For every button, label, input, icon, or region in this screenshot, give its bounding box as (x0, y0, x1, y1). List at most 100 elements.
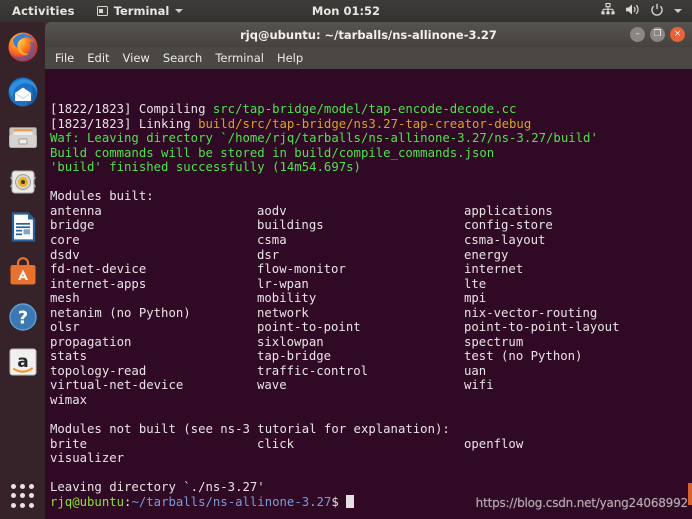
dock-item-rhythmbox[interactable] (6, 165, 40, 199)
module-row: internet-apps lr-wpan lte (50, 277, 692, 292)
leaving-directory-text: Leaving directory `./ns-3.27' (50, 480, 265, 495)
module-name: olsr (50, 320, 80, 335)
dock-item-files[interactable] (6, 120, 40, 154)
clock-label[interactable]: Mon 01:52 (312, 4, 380, 18)
waf-line-text: Waf: Leaving directory `/home/rjq/tarbal… (50, 131, 598, 146)
power-icon[interactable] (650, 3, 664, 20)
module-name: lr-wpan (257, 276, 309, 291)
build-line-prefix: [1822/1823] Compiling (50, 102, 213, 117)
window-title: rjq@ubuntu: ~/tarballs/ns-allinone-3.27 (240, 27, 497, 42)
svg-text:?: ? (17, 308, 27, 329)
window-controls: – ❐ × (630, 27, 685, 42)
terminal-waf-line: Waf: Leaving directory `/home/rjq/tarbal… (50, 131, 692, 146)
watermark-text: https://blog.csdn.net/yang24068992 (475, 496, 689, 511)
grid-dot (10, 493, 16, 499)
menu-bar: File Edit View Search Terminal Help (45, 47, 692, 69)
menu-item-terminal[interactable]: Terminal (215, 51, 264, 65)
dock-item-firefox[interactable] (6, 30, 40, 64)
dock-item-ubuntu-software[interactable] (6, 255, 40, 289)
module-name: mpi (464, 291, 487, 306)
menu-item-view[interactable]: View (123, 51, 150, 65)
modules-built-header-text: Modules built: (50, 189, 154, 204)
module-name: lte (464, 276, 487, 291)
terminal-waf-line: Build commands will be stored in build/c… (50, 146, 692, 161)
module-name: wave (257, 378, 287, 393)
minimize-icon: – (635, 29, 640, 39)
module-name: tap-bridge (257, 349, 332, 364)
desktop-screen: Activities Terminal Mon 01:52 ? a rjq@ub… (0, 0, 692, 519)
module-name: propagation (50, 334, 132, 349)
modules-not-built-header-text: Modules not built (see ns-3 tutorial for… (50, 422, 450, 437)
module-row: virtual-net-device wave wifi (50, 378, 692, 393)
module-name: internet-apps (50, 276, 147, 291)
module-name: point-to-point-layout (464, 320, 620, 335)
module-name: wimax (50, 393, 88, 408)
module-name: dsdv (50, 247, 80, 262)
module-name: csma (257, 233, 287, 248)
close-icon: × (673, 29, 682, 39)
build-line-prefix: [1823/1823] Linking (50, 116, 199, 131)
dock-item-thunderbird[interactable] (6, 75, 40, 109)
maximize-button[interactable]: ❐ (650, 27, 665, 42)
module-row: propagation sixlowpan spectrum (50, 335, 692, 350)
close-button[interactable]: × (670, 27, 685, 42)
module-row: netanim (no Python) network nix-vector-rou… (50, 306, 692, 321)
waf-line-text: Build commands will be stored in build/c… (50, 145, 495, 160)
module-name: applications (464, 203, 553, 218)
grid-dot (29, 502, 35, 508)
grid-dot (19, 493, 25, 499)
module-name: mobility (257, 291, 317, 306)
menu-item-edit[interactable]: Edit (87, 51, 109, 65)
module-name: virtual-net-device (50, 378, 184, 393)
window-icon (96, 6, 108, 16)
module-name: topology-read (50, 363, 147, 378)
module-row: brite click openflow (50, 437, 692, 452)
module-name: antenna (50, 203, 102, 218)
terminal-output[interactable]: [1822/1823] Compiling src/tap-bridge/mod… (45, 69, 692, 519)
module-name: stats (50, 349, 88, 364)
module-name: core (50, 233, 80, 248)
menu-item-file[interactable]: File (55, 51, 74, 65)
grid-dot (19, 502, 25, 508)
app-menu-terminal[interactable]: Terminal (96, 4, 184, 18)
module-name: sixlowpan (257, 334, 324, 349)
dock-item-amazon[interactable]: a (6, 345, 40, 379)
module-name: netanim (no Python) (50, 305, 191, 320)
module-name: buildings (257, 218, 324, 233)
network-icon[interactable] (601, 2, 615, 19)
chevron-down-icon (175, 9, 184, 13)
module-name: traffic-control (257, 363, 369, 378)
module-name: fd-net-device (50, 262, 147, 277)
module-name: openflow (464, 436, 524, 451)
maximize-icon: ❐ (653, 29, 662, 39)
leaving-directory-line: Leaving directory `./ns-3.27' (50, 480, 692, 495)
build-line-path: src/tap-bridge/model/tap-encode-decode.c… (212, 102, 517, 117)
module-name: internet (464, 262, 524, 277)
chevron-down-icon[interactable] (674, 9, 682, 13)
module-name: nix-vector-routing (464, 305, 598, 320)
menu-item-search[interactable]: Search (163, 51, 203, 65)
grid-dot (19, 484, 25, 490)
grid-dot (29, 493, 35, 499)
modules-not-built-header: Modules not built (see ns-3 tutorial for… (50, 422, 692, 437)
module-row: dsdv dsr energy (50, 248, 692, 263)
module-row: core csma csma-layout (50, 233, 692, 248)
dock-item-help[interactable]: ? (6, 300, 40, 334)
menu-item-help[interactable]: Help (277, 51, 303, 65)
volume-icon[interactable] (625, 3, 640, 19)
terminal-build-line: [1823/1823] Linking build/src/tap-bridge… (50, 117, 692, 132)
dock-item-libreoffice-writer[interactable] (6, 210, 40, 244)
module-row: fd-net-device flow-monitor internet (50, 262, 692, 277)
window-titlebar[interactable]: rjq@ubuntu: ~/tarballs/ns-allinone-3.27 … (45, 22, 692, 47)
show-applications-button[interactable] (9, 482, 37, 510)
grid-dot (29, 484, 35, 490)
scrollbar-thumb[interactable] (688, 483, 692, 505)
activities-button[interactable]: Activities (12, 4, 75, 18)
module-row: mesh mobility mpi (50, 291, 692, 306)
minimize-button[interactable]: – (630, 27, 645, 42)
module-name: config-store (464, 218, 553, 233)
system-status-area[interactable] (601, 2, 682, 20)
grid-dot (10, 484, 16, 490)
top-bar: Activities Terminal Mon 01:52 (0, 0, 692, 22)
